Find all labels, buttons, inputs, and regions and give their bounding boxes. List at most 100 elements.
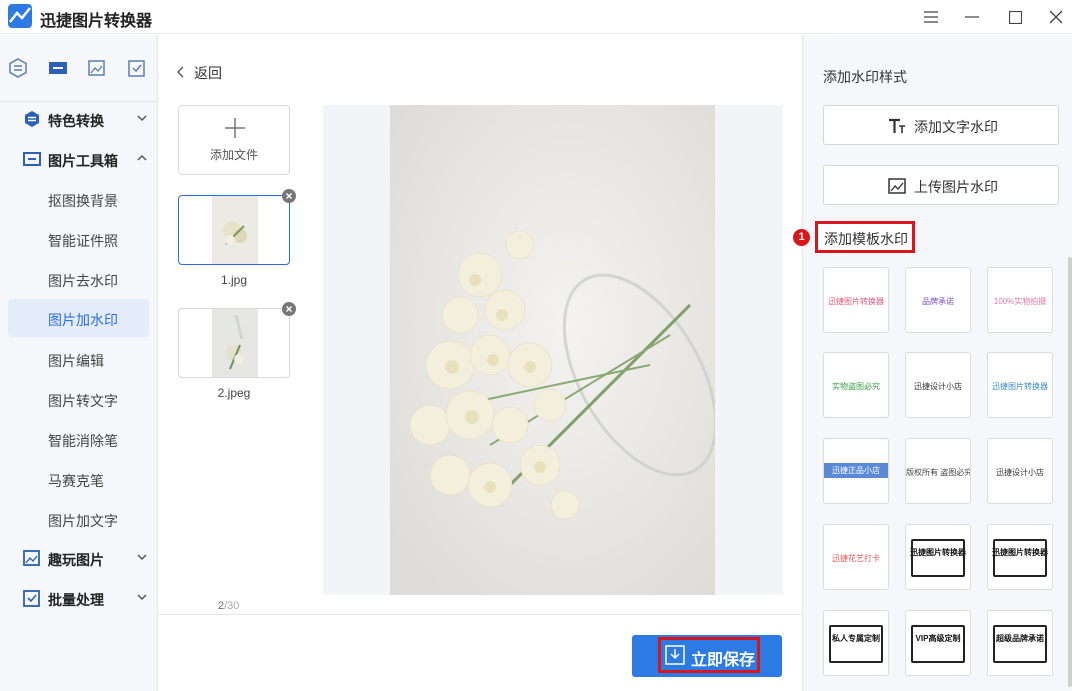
chevron-down-icon [136,551,148,563]
watermark-template-3[interactable]: 100%实物拍摄 [987,267,1053,333]
template-frame [993,539,1047,577]
add-file-label: 添加文件 [209,148,258,162]
convert-icon [23,110,41,128]
sidebar-item-edit[interactable]: 图片编辑 [8,340,149,378]
scrollbar[interactable] [1068,257,1072,687]
template-text: 迅捷设计小店 [914,382,962,391]
upload-image-watermark-button[interactable]: 上传图片水印 [823,165,1059,205]
template-frame [993,625,1047,663]
sidebar-item-label: 马赛克笔 [48,473,104,489]
chevron-up-icon [136,152,148,164]
sidebar-item-mosaic[interactable]: 马赛克笔 [8,460,149,498]
toolbox-shortcut-icon[interactable] [48,58,68,78]
watermark-template-6[interactable]: 迅捷图片转换器 [987,352,1053,418]
watermark-template-4[interactable]: 实物盗图必究 [823,352,889,418]
watermark-template-9[interactable]: 迅捷设计小店 [987,438,1053,504]
watermark-template-7[interactable]: 迅捷正品小店 [823,438,889,504]
nav-shortcut-bar [0,50,158,86]
nav-group-label: 趣玩图片 [48,552,104,568]
watermark-template-1[interactable]: 迅捷图片转换器 [823,267,889,333]
thumbnail-image [212,309,258,377]
sidebar-item-add-text[interactable]: 图片加文字 [8,500,149,538]
sidebar-item-label: 图片转文字 [48,393,118,409]
sidebar-item-ocr[interactable]: 图片转文字 [8,380,149,418]
close-icon[interactable] [1042,3,1070,31]
template-text: 版权所有 盗图必究 [906,468,971,477]
sidebar-item-add-watermark[interactable]: 图片加水印 [8,299,149,337]
chevron-down-icon [136,112,148,124]
fun-image-icon [23,549,41,567]
page-total: /30 [224,600,240,612]
preview-image [390,105,715,595]
watermark-template-13[interactable]: 私人专属定制 [823,610,889,676]
sidebar-item-remove-watermark[interactable]: 图片去水印 [8,260,149,298]
watermark-template-2[interactable]: 品牌承诺 [905,267,971,333]
add-text-watermark-button[interactable]: 添加文字水印 [823,105,1059,145]
plus-icon [225,118,245,138]
nav-group-special-convert[interactable]: 特色转换 [0,101,158,137]
sidebar-item-label: 图片加文字 [48,513,118,529]
step-badge-1: 1 [793,229,810,246]
app-logo-icon [8,4,32,28]
nav-group-label: 批量处理 [48,592,104,608]
left-sidebar: 特色转换 图片工具箱 抠图换背景 智能证件照 图片去水印 图片加水印 图片编辑 … [0,35,158,691]
section-title: 添加水印样式 [823,69,907,85]
save-button[interactable]: 立即保存 [632,635,782,677]
upload-image-watermark-label: 上传图片水印 [914,179,998,195]
watermark-panel: 添加水印样式 添加文字水印 上传图片水印 1 添加模板水印 迅捷图片转换器 品牌承… [793,35,1072,691]
page-counter: 2/30 [218,600,239,612]
save-button-highlight: 立即保存 [658,637,760,673]
sidebar-item-label: 图片加水印 [48,312,118,328]
template-watermark-label: 添加模板水印 [815,221,915,253]
template-text: 迅捷图片转换器 [992,382,1048,391]
sidebar-item-label: 图片去水印 [48,273,118,289]
bottom-divider [158,614,802,615]
app-title: 迅捷图片转换器 [40,13,153,30]
remove-file-icon[interactable] [282,189,296,203]
watermark-template-14[interactable]: VIP高级定制 [905,610,971,676]
back-label: 返回 [194,65,222,81]
template-text: 迅捷花艺打卡 [832,554,880,563]
template-frame [911,625,965,663]
watermark-template-10[interactable]: 迅捷花艺打卡 [823,524,889,590]
batch-shortcut-icon[interactable] [127,58,147,78]
batch-icon [23,589,41,607]
watermark-template-15[interactable]: 超级品牌承诺 [987,610,1053,676]
remove-file-icon[interactable] [282,302,296,316]
watermark-template-11[interactable]: 迅捷图片转换器 [905,524,971,590]
menu-icon[interactable] [917,3,945,31]
sidebar-item-label: 智能消除笔 [48,433,118,449]
file-thumbnail-2[interactable] [178,302,296,378]
sidebar-item-id-photo[interactable]: 智能证件照 [8,220,149,258]
template-text: 迅捷图片转换器 [828,297,884,306]
add-text-watermark-label: 添加文字水印 [914,119,998,135]
fun-image-shortcut-icon[interactable] [87,58,107,78]
image-icon [888,178,906,194]
template-text: 迅捷设计小店 [996,468,1044,477]
minimize-icon[interactable] [958,3,986,31]
nav-group-fun-image[interactable]: 趣玩图片 [0,540,158,576]
template-text: 实物盗图必究 [832,382,880,391]
sidebar-item-label: 智能证件照 [48,233,118,249]
chevron-down-icon [136,591,148,603]
add-file-button[interactable]: 添加文件 [178,105,290,175]
sidebar-item-cutout[interactable]: 抠图换背景 [8,180,149,218]
title-bar: 迅捷图片转换器 [0,0,1072,34]
sidebar-item-label: 抠图换背景 [48,193,118,209]
sidebar-item-eraser[interactable]: 智能消除笔 [8,420,149,458]
nav-group-batch[interactable]: 批量处理 [0,580,158,616]
text-icon [889,118,905,133]
save-label: 立即保存 [691,652,756,669]
file-thumbnail-1[interactable] [178,189,296,265]
sidebar-item-label: 图片编辑 [48,353,104,369]
nav-group-label: 图片工具箱 [48,153,118,169]
template-text: 100%实物拍摄 [993,297,1047,306]
template-frame [829,625,883,663]
maximize-icon[interactable] [1001,3,1029,31]
template-frame [911,539,965,577]
watermark-template-12[interactable]: 迅捷图片转换器 [987,524,1053,590]
watermark-template-8[interactable]: 版权所有 盗图必究 [905,438,971,504]
watermark-template-5[interactable]: 迅捷设计小店 [905,352,971,418]
convert-shortcut-icon[interactable] [8,58,28,78]
nav-group-toolbox[interactable]: 图片工具箱 [0,141,158,177]
